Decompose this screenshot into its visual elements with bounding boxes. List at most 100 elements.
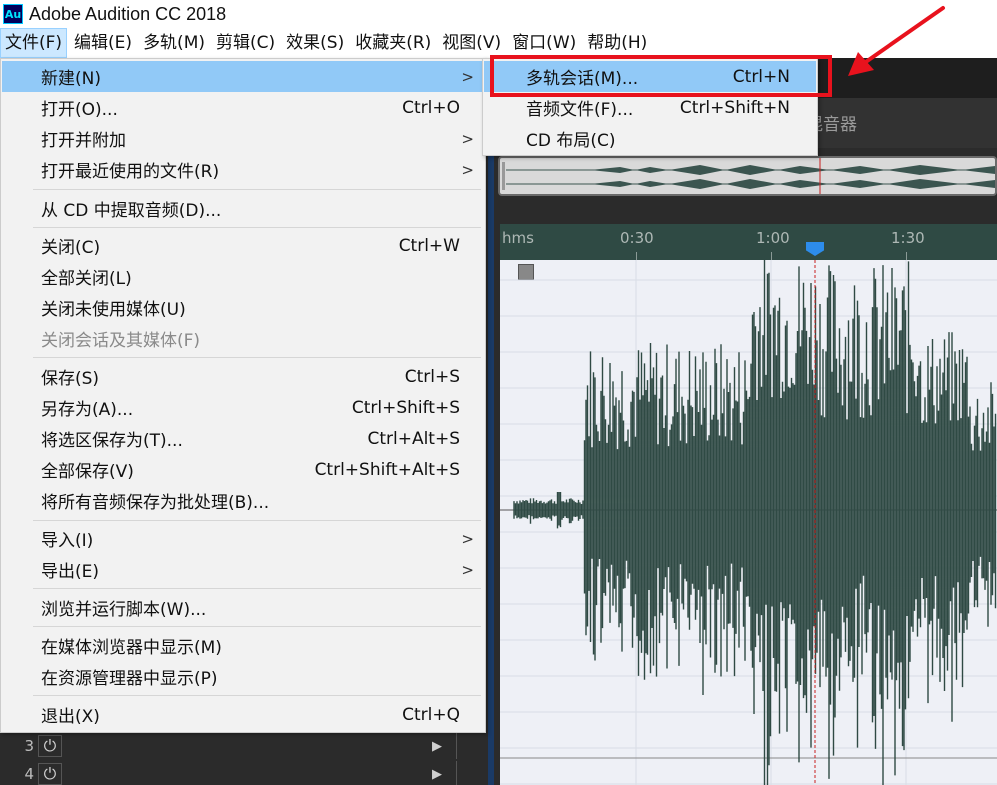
track-list: 3 ⏻ ▶ 4 ⏻ ▶ [0,733,480,785]
menu-item-label: 全部关闭(L) [41,269,132,289]
divider [456,733,457,759]
menu-separator [33,189,481,190]
menu-multitrack[interactable]: 多轨(M) [139,28,209,58]
menu-item-label: 新建(N) [41,69,101,89]
menu-item-import[interactable]: 导入(I) > [2,523,484,554]
track-number: 4 [24,765,34,783]
submenu-arrow-icon: > [461,129,474,148]
menu-item-label: 关闭未使用媒体(U) [41,300,186,320]
menu-item-close-session: 关闭会话及其媒体(F) [2,323,484,354]
menu-item-close[interactable]: 关闭(C) Ctrl+W [2,230,484,261]
menu-item-open[interactable]: 打开(O)... Ctrl+O [2,92,484,123]
track-row[interactable]: 3 ⏻ ▶ [0,733,480,759]
ruler-tick: 0:30 [620,229,654,247]
menu-item-shortcut: Ctrl+W [398,235,460,256]
menu-item-label: 打开并附加 [41,131,126,151]
menu-item-label: 保存(S) [41,369,100,389]
menu-item-open-recent[interactable]: 打开最近使用的文件(R) > [2,154,484,185]
audition-logo-icon: Au [3,4,23,24]
menu-item-label: 音频文件(F)... [526,100,634,120]
track-number: 3 [24,737,34,755]
menu-item-run-script[interactable]: 浏览并运行脚本(W)... [2,592,484,623]
menu-separator [33,520,481,521]
waveform-graphic [500,260,997,785]
time-ruler[interactable]: hms 0:30 1:00 1:30 [500,224,997,260]
submenu-arrow-icon: > [461,560,474,579]
menu-item-close-unused[interactable]: 关闭未使用媒体(U) [2,292,484,323]
play-arrow-icon[interactable]: ▶ [432,739,442,754]
window-title: Adobe Audition CC 2018 [29,3,227,24]
menu-item-label: 浏览并运行脚本(W)... [41,600,207,620]
menu-separator [33,588,481,589]
menu-item-shortcut: Ctrl+O [402,97,460,118]
menu-help[interactable]: 帮助(H) [583,28,651,58]
menu-item-label: 将所有音频保存为批处理(B)... [41,493,270,513]
menu-item-close-all[interactable]: 全部关闭(L) [2,261,484,292]
menu-item-label: 全部保存(V) [41,462,134,482]
menu-effects[interactable]: 效果(S) [282,28,348,58]
ruler-line [771,252,772,260]
menu-item-open-append[interactable]: 打开并附加 > [2,123,484,154]
power-icon[interactable]: ⏻ [38,763,62,785]
menu-favorites[interactable]: 收藏夹(R) [351,28,435,58]
menu-item-new[interactable]: 新建(N) > [2,61,484,92]
menu-item-shortcut: Ctrl+Shift+S [351,397,460,418]
menu-item-label: 从 CD 中提取音频(D)... [41,201,222,221]
menu-item-save-batch[interactable]: 将所有音频保存为批处理(B)... [2,485,484,516]
menu-item-label: 导出(E) [41,562,100,582]
waveform-overview[interactable] [498,156,997,196]
menu-item-label: 打开最近使用的文件(R) [41,162,220,182]
waveform-path [513,260,997,785]
menu-item-save-all[interactable]: 全部保存(V) Ctrl+Shift+Alt+S [2,454,484,485]
menu-item-reveal-media[interactable]: 在媒体浏览器中显示(M) [2,630,484,661]
menu-file[interactable]: 文件(F) [0,28,68,58]
menu-item-label: 在媒体浏览器中显示(M) [41,638,222,658]
submenu-arrow-icon: > [461,67,474,86]
menu-view[interactable]: 视图(V) [438,28,505,58]
submenu-arrow-icon: > [461,160,474,179]
menu-item-shortcut: Ctrl+Shift+Alt+S [314,459,460,480]
editor-area: 混音器 hms 0:30 1:00 1:30 [480,58,997,785]
menu-item-label: 导入(I) [41,531,94,551]
menu-item-shortcut: Ctrl+Q [402,704,460,725]
menu-item-shortcut: Ctrl+Alt+S [367,428,460,449]
menu-item-save[interactable]: 保存(S) Ctrl+S [2,361,484,392]
menu-item-shortcut: Ctrl+Shift+N [679,97,790,118]
play-arrow-icon[interactable]: ▶ [432,767,442,782]
file-menu: 新建(N) > 打开(O)... Ctrl+O 打开并附加 > 打开最近使用的文… [0,58,486,733]
menu-item-label: 在资源管理器中显示(P) [41,669,218,689]
menu-separator [33,695,481,696]
waveform-editor[interactable] [500,260,997,785]
track-row[interactable]: 4 ⏻ ▶ [0,761,480,785]
submenu-item-cd-layout[interactable]: CD 布局(C) [484,123,816,154]
menu-item-label: 关闭会话及其媒体(F) [41,331,201,351]
menu-separator [33,626,481,627]
power-icon[interactable]: ⏻ [38,735,62,757]
menu-edit[interactable]: 编辑(E) [70,28,136,58]
overview-waveform-graphic [502,158,995,194]
submenu-arrow-icon: > [461,529,474,548]
menu-item-label: 关闭(C) [41,238,101,258]
menu-item-reveal-explorer[interactable]: 在资源管理器中显示(P) [2,661,484,692]
scroll-edge [488,156,494,785]
ruler-line [636,252,637,260]
menu-item-label: CD 布局(C) [526,131,616,151]
ruler-line [906,252,907,260]
ruler-unit-label: hms [502,229,534,247]
menu-separator [33,227,481,228]
menu-item-export[interactable]: 导出(E) > [2,554,484,585]
menu-item-save-selection[interactable]: 将选区保存为(T)... Ctrl+Alt+S [2,423,484,454]
menu-separator [33,357,481,358]
menu-item-label: 退出(X) [41,707,100,727]
menu-item-exit[interactable]: 退出(X) Ctrl+Q [2,699,484,730]
menu-item-label: 打开(O)... [41,100,118,120]
annotation-arrow-icon [848,6,945,76]
annotation-highlight-box [490,55,832,97]
menu-item-save-as[interactable]: 另存为(A)... Ctrl+Shift+S [2,392,484,423]
menu-clip[interactable]: 剪辑(C) [212,28,279,58]
menu-item-label: 另存为(A)... [41,400,134,420]
menu-item-shortcut: Ctrl+S [404,366,460,387]
ruler-tick: 1:00 [756,229,790,247]
menu-item-extract-cd[interactable]: 从 CD 中提取音频(D)... [2,193,484,224]
menu-window[interactable]: 窗口(W) [508,28,580,58]
